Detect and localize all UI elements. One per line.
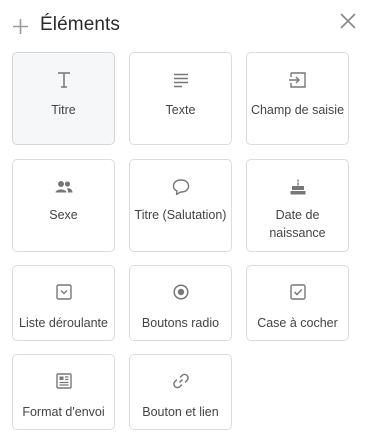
tile-label: Case à cocher [257,316,338,330]
birthday-cake-icon [290,179,305,195]
tile-sexe[interactable]: Sexe [12,159,115,252]
tile-label: Sexe [49,208,78,222]
tile-label: Date de naissance [269,208,326,240]
tile-boutons-radio[interactable]: Boutons radio [129,265,232,341]
tile-label: Bouton et lien [142,405,219,419]
tile-bouton-et-lien[interactable]: Bouton et lien [129,354,232,430]
input-field-icon [288,72,306,88]
people-icon [55,181,72,193]
tile-date-de-naissance[interactable]: Date de naissance [246,159,349,252]
panel-title: Éléments [40,14,121,35]
tile-texte[interactable]: Texte [129,52,232,145]
tile-case-a-cocher[interactable]: Case à cocher [246,265,349,341]
link-icon [172,373,189,389]
tile-label: Texte [165,103,196,117]
tile-champ-de-saisie[interactable]: Champ de saisie [246,52,349,145]
tile-titre[interactable]: Titre [12,52,115,145]
panel-header: Éléments [0,0,367,52]
tile-format-d-envoi[interactable]: Format d'envoi [12,354,115,430]
plus-icon [13,19,28,34]
dropdown-box-icon [55,284,72,300]
checkbox-checked-icon [289,284,306,300]
text-title-icon [57,72,70,88]
tile-label: Format d'envoi [22,405,105,419]
tile-label: Champ de saisie [250,103,345,117]
tile-titre-salutation[interactable]: Titre (Salutation) [129,159,232,252]
tile-liste-deroulante[interactable]: Liste déroulante [12,265,115,341]
tile-label: Boutons radio [141,316,220,330]
tile-label: Liste déroulante [19,316,108,330]
radio-button-icon [172,284,189,300]
tile-label: Titre (Salutation) [134,208,227,222]
newsletter-format-icon [55,373,72,389]
paragraph-lines-icon [173,73,188,88]
close-icon[interactable] [339,12,357,30]
speech-bubble-icon [172,179,189,196]
tile-label: Titre [51,103,76,117]
